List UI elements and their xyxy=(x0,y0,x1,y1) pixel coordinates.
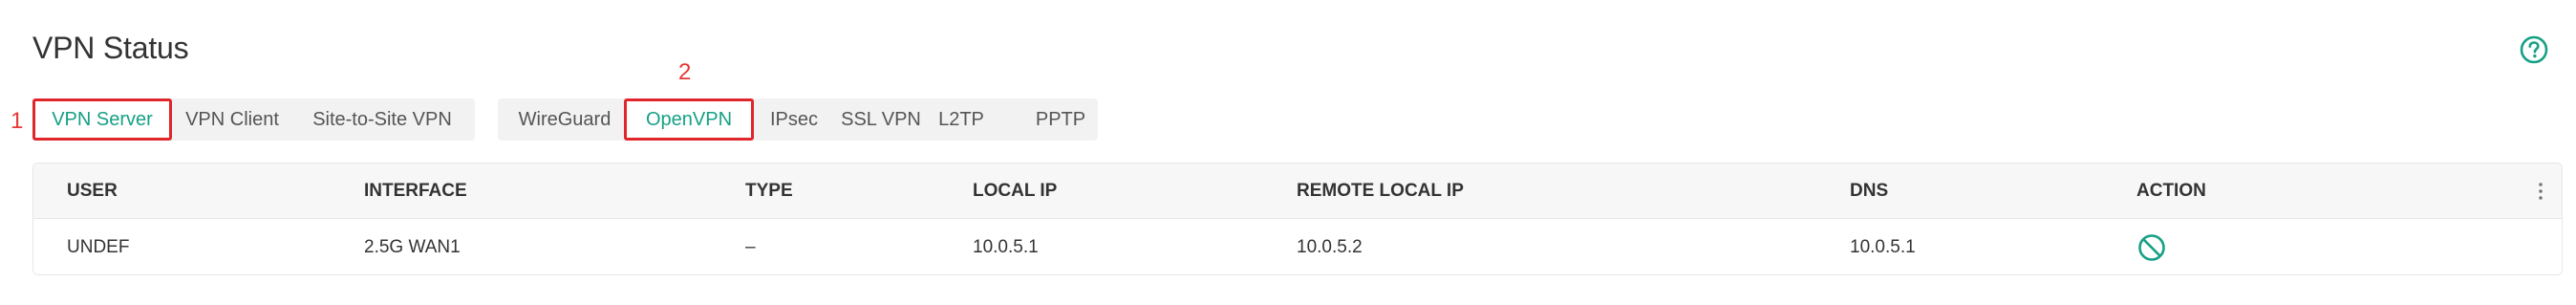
column-settings-menu-icon[interactable] xyxy=(2537,163,2544,218)
table-header: USER INTERFACE TYPE LOCAL IP REMOTE LOCA… xyxy=(33,163,2562,219)
column-header-user: USER xyxy=(67,180,118,201)
column-header-action: ACTION xyxy=(2136,180,2206,201)
cell-action xyxy=(2136,219,2167,274)
tab-pptp[interactable]: PPTP xyxy=(1033,98,1088,141)
cell-type: – xyxy=(745,236,756,257)
tab-ipsec[interactable]: IPsec xyxy=(765,98,823,141)
tab-wireguard[interactable]: WireGuard xyxy=(515,98,614,141)
column-header-type: TYPE xyxy=(745,180,793,201)
tab-vpn-server[interactable]: VPN Server xyxy=(32,98,172,141)
tab-ssl-vpn[interactable]: SSL VPN xyxy=(840,98,922,141)
tab-openvpn[interactable]: OpenVPN xyxy=(624,98,754,141)
tab-site-to-site-vpn[interactable]: Site-to-Site VPN xyxy=(306,98,459,141)
tab-l2tp[interactable]: L2TP xyxy=(936,98,986,141)
annotation-marker-1: 1 xyxy=(11,108,24,134)
cell-remote-local-ip: 10.0.5.2 xyxy=(1297,236,1363,257)
cell-interface: 2.5G WAN1 xyxy=(364,236,461,257)
page-title: VPN Status xyxy=(32,31,189,65)
cell-local-ip: 10.0.5.1 xyxy=(973,236,1039,257)
help-icon[interactable] xyxy=(2519,34,2549,65)
cell-dns: 10.0.5.1 xyxy=(1850,236,1916,257)
vpn-role-tabs: VPN Server VPN Client Site-to-Site VPN xyxy=(32,98,475,141)
disconnect-icon[interactable] xyxy=(2136,232,2167,263)
table-row: UNDEF 2.5G WAN1 – 10.0.5.1 10.0.5.2 10.0… xyxy=(33,219,2562,274)
vpn-status-table: USER INTERFACE TYPE LOCAL IP REMOTE LOCA… xyxy=(32,163,2563,275)
column-header-remote-local-ip: REMOTE LOCAL IP xyxy=(1297,180,1464,201)
cell-user: UNDEF xyxy=(67,236,130,257)
column-header-dns: DNS xyxy=(1850,180,1889,201)
annotation-marker-2: 2 xyxy=(678,59,692,85)
tab-vpn-client[interactable]: VPN Client xyxy=(180,98,285,141)
vpn-protocol-tabs: WireGuard OpenVPN IPsec SSL VPN L2TP PPT… xyxy=(498,98,1098,141)
column-header-local-ip: LOCAL IP xyxy=(973,180,1058,201)
column-header-interface: INTERFACE xyxy=(364,180,467,201)
